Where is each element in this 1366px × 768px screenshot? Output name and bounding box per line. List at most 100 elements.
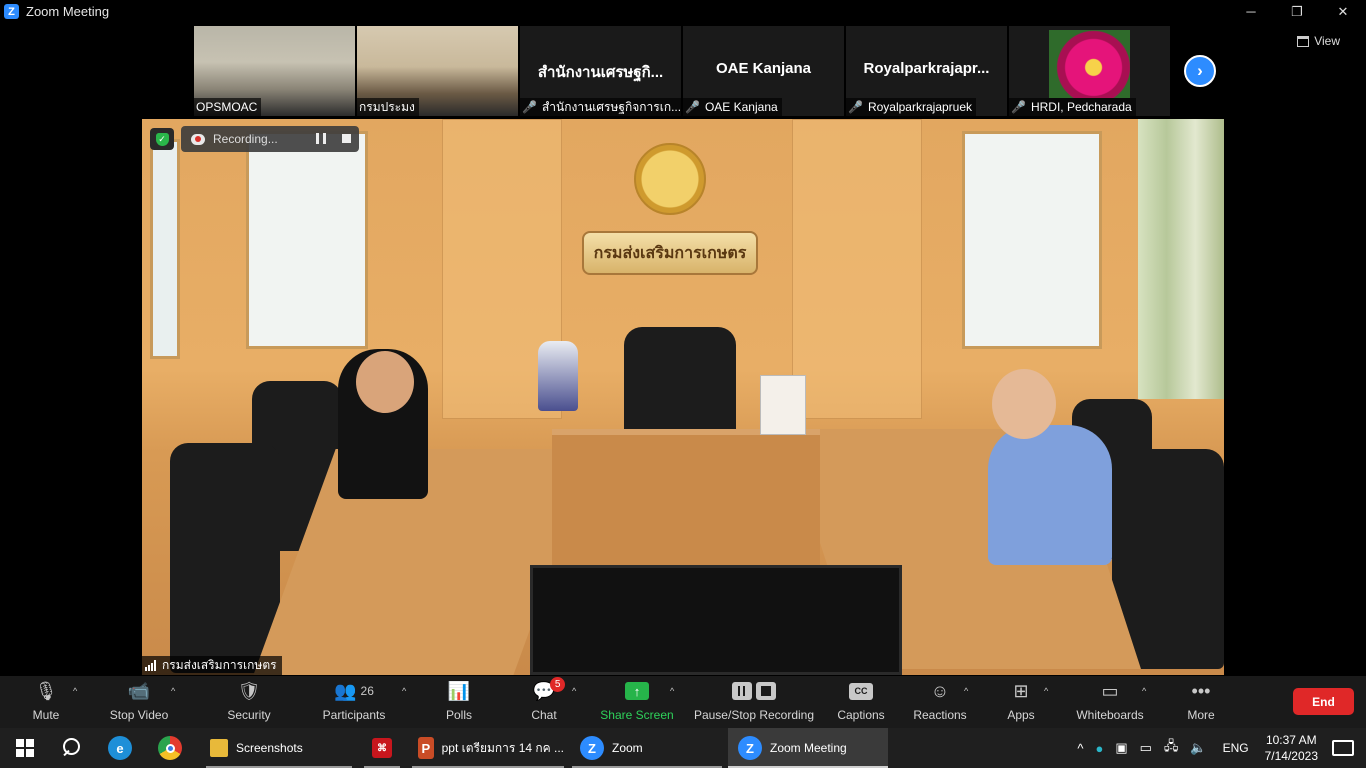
taskbar-zoom[interactable]: Z Zoom — [572, 728, 722, 768]
restore-button[interactable]: ❐ — [1274, 0, 1320, 23]
audio-options-caret[interactable]: ^ — [73, 686, 77, 696]
title-bar: Z Zoom Meeting ─ ❐ ✕ — [0, 0, 1366, 23]
security-button[interactable]: 🛡 Security — [224, 676, 274, 728]
view-button[interactable]: View — [1297, 34, 1340, 48]
network-icon[interactable]: 🖧 — [1164, 737, 1179, 759]
chat-unread-badge: 5 — [550, 677, 566, 692]
chat-bubble-icon: 💬 5 — [533, 676, 566, 706]
participant-name: กรมประมง — [357, 98, 419, 116]
main-speaker-video[interactable]: กรมส่งเสริมการเกษตร — [142, 119, 1224, 675]
chat-options-caret[interactable]: ^ — [572, 686, 576, 696]
whiteboards-options-caret[interactable]: ^ — [1142, 686, 1146, 696]
reactions-button[interactable]: ☺ Reactions — [912, 676, 968, 728]
wall-panel — [792, 119, 922, 419]
participant-name: 🎤 Royalparkrajapruek — [846, 98, 977, 116]
meeting-attendee-head — [356, 351, 414, 413]
taskbar-chrome[interactable] — [158, 728, 188, 768]
video-options-caret[interactable]: ^ — [171, 686, 175, 696]
reactions-options-caret[interactable]: ^ — [964, 686, 968, 696]
encryption-shield-icon[interactable]: ✓ — [150, 128, 174, 150]
stop-video-button[interactable]: 📹 Stop Video — [105, 676, 173, 728]
participant-tile-royalpark[interactable]: Royalparkrajapr... 🎤 Royalparkrajapruek — [846, 26, 1007, 116]
stop-recording-button[interactable] — [342, 134, 351, 143]
participants-options-caret[interactable]: ^ — [402, 686, 406, 696]
participants-button[interactable]: 👥 26 Participants — [320, 676, 388, 728]
windows-start-icon[interactable] — [16, 739, 34, 757]
profile-picture-flower — [1049, 30, 1130, 98]
whiteboards-button[interactable]: ▭ Whiteboards — [1074, 676, 1146, 728]
share-options-caret[interactable]: ^ — [670, 686, 674, 696]
more-button[interactable]: ••• More — [1184, 676, 1218, 728]
participant-display-name: Royalparkrajapr... — [863, 60, 990, 77]
chrome-icon — [158, 736, 182, 760]
chair — [624, 327, 736, 439]
microphone-icon: 🎙 — [34, 680, 58, 701]
taskbar-screenshots[interactable]: Screenshots — [206, 728, 352, 768]
apps-icon: ⊞ — [1013, 680, 1029, 701]
recording-icon — [191, 133, 205, 145]
share-screen-button[interactable]: ↑ Share Screen — [600, 676, 674, 728]
window-controls: ─ ❐ ✕ — [1228, 0, 1366, 23]
apps-options-caret[interactable]: ^ — [1044, 686, 1048, 696]
taskbar-edge[interactable]: e — [108, 728, 138, 768]
video-camera-icon: 📹 — [127, 680, 151, 701]
meeting-attendee-head — [992, 369, 1056, 439]
emblem-icon — [634, 143, 706, 215]
apps-button[interactable]: ⊞ Apps — [1005, 676, 1037, 728]
participants-icon: 👥 26 — [334, 680, 374, 701]
taskbar-zoom-meeting[interactable]: Z Zoom Meeting — [728, 728, 888, 768]
participants-count: 26 — [360, 684, 374, 698]
mic-muted-icon: 🎤 — [848, 100, 863, 114]
chat-button[interactable]: 💬 5 Chat — [528, 676, 566, 728]
participant-tile-hrdi[interactable]: 🎤 HRDI, Pedcharada — [1009, 26, 1170, 116]
zoom-logo-icon: Z — [4, 4, 19, 19]
room-monitor — [530, 565, 902, 675]
recording-indicator: Recording... — [181, 126, 359, 152]
tray-app-icon[interactable]: ▣ — [1115, 740, 1127, 756]
participant-name: 🎤 OAE Kanjana — [683, 98, 782, 116]
next-page-button[interactable]: › — [1184, 55, 1216, 87]
tray-app-icon[interactable]: ● — [1095, 741, 1103, 756]
more-dots-icon: ••• — [1191, 680, 1211, 701]
mic-muted-icon: 🎤 — [1011, 100, 1026, 114]
clock[interactable]: 10:37 AM 7/14/2023 — [1265, 732, 1318, 764]
polls-button[interactable]: 📊 Polls — [440, 676, 478, 728]
end-meeting-button[interactable]: End — [1293, 688, 1354, 715]
participant-tile-oae-kanjana[interactable]: OAE Kanjana 🎤 OAE Kanjana — [683, 26, 844, 116]
room-window — [962, 131, 1102, 349]
participant-display-name: OAE Kanjana — [715, 60, 812, 77]
battery-icon[interactable]: ▭ — [1140, 740, 1152, 756]
windows-taskbar: e Screenshots ⌘ P ppt เตรียมการ 14 กค ..… — [0, 728, 1366, 768]
search-icon[interactable] — [60, 736, 84, 760]
pause-recording-button[interactable] — [316, 133, 326, 144]
captions-button[interactable]: CC Captions — [836, 676, 886, 728]
participant-tile-opsmoac[interactable]: OPSMOAC — [194, 26, 355, 116]
zoom-icon: Z — [580, 736, 604, 760]
chevron-up-icon[interactable]: ^ — [1077, 741, 1083, 756]
chair — [170, 443, 280, 673]
mute-button[interactable]: 🎙 Mute — [28, 676, 64, 728]
mic-muted-icon: 🎤 — [685, 100, 700, 114]
input-language[interactable]: ENG — [1223, 741, 1249, 755]
pdf-icon: ⌘ — [372, 738, 392, 758]
notification-center-icon[interactable] — [1332, 740, 1354, 756]
meeting-attendee — [988, 425, 1112, 565]
pause-stop-recording-button[interactable]: Pause/Stop Recording — [693, 676, 815, 728]
meeting-controls: 🎙 Mute ^ 📹 Stop Video ^ 🛡 Security 👥 26 … — [0, 676, 1366, 728]
participant-tile-fisheries[interactable]: กรมประมง — [357, 26, 518, 116]
security-shield-icon: 🛡 — [237, 680, 261, 701]
view-layout-icon — [1297, 35, 1310, 47]
volume-icon[interactable]: 🔈 — [1190, 740, 1206, 756]
taskbar-acrobat[interactable]: ⌘ — [364, 728, 400, 768]
minimize-button[interactable]: ─ — [1228, 0, 1274, 23]
taskbar-powerpoint[interactable]: P ppt เตรียมการ 14 กค ... — [412, 728, 564, 768]
participant-display-name: สำนักงานเศรษฐกิ... — [537, 64, 664, 81]
close-button[interactable]: ✕ — [1320, 0, 1366, 23]
captions-icon: CC — [849, 682, 873, 700]
participant-tile-oae-office[interactable]: สำนักงานเศรษฐกิ... 🎤 สำนักงานเศรษฐกิจการเ… — [520, 26, 681, 116]
emblem-stand — [538, 341, 578, 411]
desk-card — [760, 375, 806, 435]
folder-icon — [210, 739, 228, 757]
window-title: Zoom Meeting — [26, 4, 110, 19]
mic-muted-icon: 🎤 — [522, 100, 537, 114]
